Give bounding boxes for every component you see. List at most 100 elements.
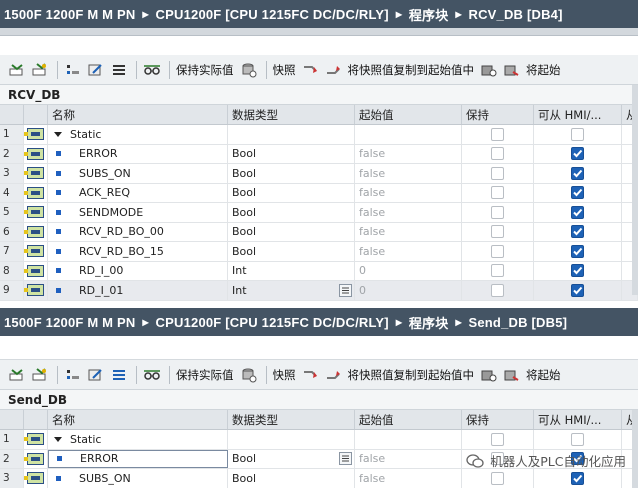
- hmi-cell[interactable]: [534, 242, 622, 261]
- name-cell[interactable]: RCV_RD_BO_00: [48, 222, 228, 241]
- collapse-arrow-icon[interactable]: [54, 436, 62, 442]
- retain-cell[interactable]: [462, 164, 534, 183]
- breadcrumb-db[interactable]: RCV_DB [DB4]: [468, 7, 562, 22]
- breadcrumb-project[interactable]: 1500F 1200F M M PN: [4, 7, 136, 22]
- load-start-icon[interactable]: [480, 61, 498, 79]
- retain-cell[interactable]: [462, 222, 534, 241]
- retain-cell[interactable]: [462, 125, 534, 144]
- col-start[interactable]: 起始值: [355, 410, 462, 429]
- type-picker-icon[interactable]: [339, 283, 352, 297]
- checkbox[interactable]: [571, 205, 584, 219]
- table-row[interactable]: 4 ACK_REQ Bool false: [0, 183, 638, 203]
- type-cell[interactable]: [228, 430, 355, 449]
- name-cell[interactable]: ERROR: [48, 449, 228, 468]
- checkbox[interactable]: [571, 283, 584, 297]
- name-cell[interactable]: SUBS_ON: [48, 164, 228, 183]
- name-cell[interactable]: SENDMODE: [48, 203, 228, 222]
- checkbox[interactable]: [571, 127, 584, 141]
- col-name[interactable]: 名称: [48, 105, 228, 124]
- list-view-icon[interactable]: [110, 366, 128, 384]
- list-view-icon[interactable]: [110, 61, 128, 79]
- start-value-cell[interactable]: false: [355, 183, 462, 202]
- start-value-cell[interactable]: false: [355, 203, 462, 222]
- retain-cell[interactable]: [462, 261, 534, 280]
- hmi-cell[interactable]: [534, 164, 622, 183]
- table-row[interactable]: 9 RD_I_01 Int 0: [0, 281, 638, 301]
- checkbox[interactable]: [491, 186, 504, 200]
- table-row[interactable]: 1 Static: [0, 430, 638, 450]
- col-hmi[interactable]: 可从 HMI/...: [534, 410, 622, 429]
- copy-arrow-icon[interactable]: [325, 61, 343, 79]
- type-cell[interactable]: Bool: [228, 449, 355, 468]
- col-hmi[interactable]: 可从 HMI/...: [534, 105, 622, 124]
- type-cell[interactable]: Bool: [228, 469, 355, 488]
- start-value-cell[interactable]: 0: [355, 261, 462, 280]
- hmi-cell[interactable]: [534, 222, 622, 241]
- vertical-scrollbar[interactable]: [632, 410, 638, 488]
- hmi-cell[interactable]: [534, 125, 622, 144]
- col-type[interactable]: 数据类型: [228, 105, 355, 124]
- type-cell[interactable]: [228, 125, 355, 144]
- retain-cell[interactable]: [462, 183, 534, 202]
- retain-cell[interactable]: [462, 469, 534, 488]
- type-cell[interactable]: Int: [228, 281, 355, 300]
- col-type[interactable]: 数据类型: [228, 410, 355, 429]
- retain-cell[interactable]: [462, 281, 534, 300]
- checkbox[interactable]: [491, 147, 504, 161]
- table-row[interactable]: 2 ERROR Bool false: [0, 144, 638, 164]
- start-value-cell[interactable]: false: [355, 449, 462, 468]
- retain-cell[interactable]: [462, 203, 534, 222]
- expand-icon[interactable]: [64, 61, 82, 79]
- breadcrumb-device[interactable]: CPU1200F [CPU 1215FC DC/DC/RLY]: [156, 7, 389, 22]
- vertical-scrollbar[interactable]: [632, 85, 638, 295]
- collapse-arrow-icon[interactable]: [54, 131, 62, 137]
- type-cell[interactable]: Bool: [228, 242, 355, 261]
- table-row[interactable]: 8 RD_I_00 Int 0: [0, 261, 638, 281]
- breadcrumb-device[interactable]: CPU1200F [CPU 1215FC DC/DC/RLY]: [156, 315, 389, 330]
- database-icon[interactable]: [240, 61, 258, 79]
- start-value-cell[interactable]: false: [355, 144, 462, 163]
- table-row[interactable]: 6 RCV_RD_BO_00 Bool false: [0, 222, 638, 242]
- type-cell[interactable]: Bool: [228, 164, 355, 183]
- load-start-icon[interactable]: [480, 366, 498, 384]
- snapshot-button[interactable]: 快照: [273, 367, 296, 383]
- name-cell[interactable]: RD_I_01: [48, 281, 228, 300]
- copy-arrow-icon[interactable]: [302, 61, 320, 79]
- col-retain[interactable]: 保持: [462, 410, 534, 429]
- hmi-cell[interactable]: [534, 183, 622, 202]
- load-start-values-button[interactable]: 将起始: [526, 62, 561, 78]
- type-picker-icon[interactable]: [339, 452, 352, 466]
- breadcrumb-project[interactable]: 1500F 1200F M M PN: [4, 315, 136, 330]
- checkbox[interactable]: [491, 225, 504, 239]
- type-cell[interactable]: Int: [228, 261, 355, 280]
- checkbox[interactable]: [491, 283, 504, 297]
- hmi-cell[interactable]: [534, 281, 622, 300]
- database-icon[interactable]: [240, 366, 258, 384]
- type-cell[interactable]: Bool: [228, 144, 355, 163]
- type-cell[interactable]: Bool: [228, 203, 355, 222]
- snapshot-button[interactable]: 快照: [273, 62, 296, 78]
- type-cell[interactable]: Bool: [228, 222, 355, 241]
- copy-arrow-icon[interactable]: [302, 366, 320, 384]
- breadcrumb-program-blocks[interactable]: 程序块: [409, 5, 449, 24]
- hmi-cell[interactable]: [534, 261, 622, 280]
- col-start[interactable]: 起始值: [355, 105, 462, 124]
- name-cell[interactable]: RD_I_00: [48, 261, 228, 280]
- checkbox[interactable]: [571, 225, 584, 239]
- load-start-values-button[interactable]: 将起始: [526, 367, 561, 383]
- copy-arrow-icon[interactable]: [325, 366, 343, 384]
- keep-actual-values-button[interactable]: 保持实际值: [176, 367, 234, 383]
- keep-actual-values-button[interactable]: 保持实际值: [176, 62, 234, 78]
- name-cell[interactable]: RCV_RD_BO_15: [48, 242, 228, 261]
- start-value-cell[interactable]: false: [355, 222, 462, 241]
- expand-icon[interactable]: [64, 366, 82, 384]
- checkbox[interactable]: [491, 205, 504, 219]
- name-cell[interactable]: ERROR: [48, 144, 228, 163]
- start-value-cell[interactable]: false: [355, 469, 462, 488]
- checkbox[interactable]: [571, 471, 584, 485]
- start-value-cell[interactable]: false: [355, 242, 462, 261]
- checkbox[interactable]: [491, 166, 504, 180]
- type-cell[interactable]: Bool: [228, 183, 355, 202]
- name-cell[interactable]: Static: [48, 430, 228, 449]
- name-cell[interactable]: SUBS_ON: [48, 469, 228, 488]
